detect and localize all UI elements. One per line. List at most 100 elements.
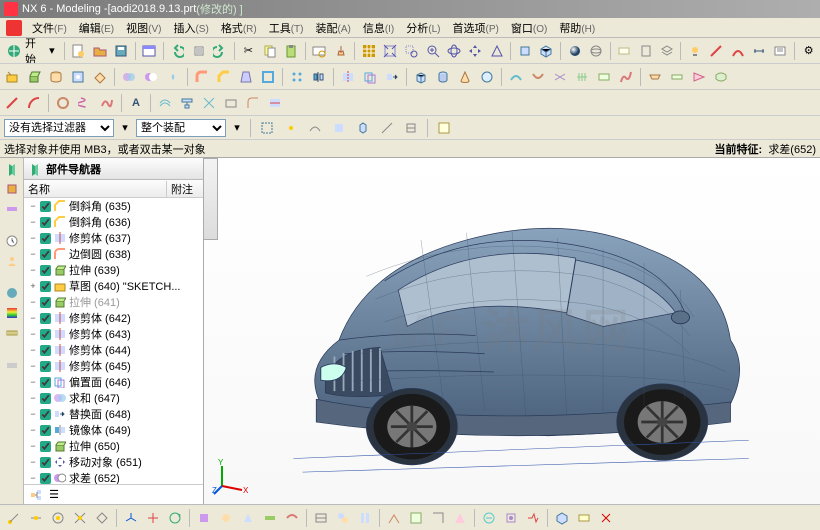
menu-info[interactable]: 信息(I) [357, 19, 400, 37]
sheet-2-button[interactable] [667, 67, 687, 87]
snap-quad-button[interactable] [92, 508, 112, 528]
snap-mid-button[interactable] [26, 508, 46, 528]
twisty-icon[interactable]: − [28, 329, 38, 339]
bt-12[interactable] [450, 508, 470, 528]
wcs-rotate-button[interactable] [165, 508, 185, 528]
menu-insert[interactable]: 插入(S) [167, 19, 214, 37]
sphere-button[interactable] [477, 67, 497, 87]
clip-button[interactable] [636, 41, 655, 61]
bt-1[interactable] [194, 508, 214, 528]
text-tool-button[interactable]: A [126, 93, 146, 113]
sel-body-button[interactable] [353, 118, 373, 138]
bt-9[interactable] [384, 508, 404, 528]
line-tool-button[interactable] [2, 93, 22, 113]
copy-button[interactable] [260, 41, 279, 61]
offset-button[interactable] [360, 67, 380, 87]
cone-button[interactable] [455, 67, 475, 87]
feature-node[interactable]: −镜像体 (649) [24, 422, 203, 438]
twisty-icon[interactable]: − [28, 297, 38, 307]
twisty-icon[interactable]: − [28, 441, 38, 451]
dependency-icon[interactable] [28, 487, 44, 503]
menu-window[interactable]: 窗口(O) [505, 19, 553, 37]
feature-node[interactable]: −修剪体 (644) [24, 342, 203, 358]
grid-button[interactable] [359, 41, 378, 61]
feature-checkbox[interactable] [40, 425, 51, 436]
feature-node[interactable]: −修剪体 (643) [24, 326, 203, 342]
bt-6[interactable] [311, 508, 331, 528]
twisty-icon[interactable]: − [28, 377, 38, 387]
sel-edge-button[interactable] [377, 118, 397, 138]
sel-feature-button[interactable] [401, 118, 421, 138]
wireframe-button[interactable] [586, 41, 605, 61]
feature-node[interactable]: −移动对象 (651) [24, 454, 203, 470]
unite-button[interactable] [119, 67, 139, 87]
constraintnav-icon[interactable] [3, 200, 21, 218]
offset-curve-button[interactable] [155, 93, 175, 113]
dropdown-icon[interactable]: ▾ [118, 118, 132, 138]
sel-face-button[interactable] [329, 118, 349, 138]
cylinder-button[interactable] [433, 67, 453, 87]
surf-6-button[interactable] [616, 67, 636, 87]
selection-filter[interactable]: 没有选择过滤器 [4, 119, 114, 137]
measure-icon[interactable] [3, 324, 21, 342]
bt-16[interactable] [552, 508, 572, 528]
undo-list-button[interactable] [189, 41, 208, 61]
feature-checkbox[interactable] [40, 329, 51, 340]
fillet-button[interactable] [192, 67, 212, 87]
save-button[interactable] [111, 41, 130, 61]
details-icon[interactable]: ☰ [46, 487, 62, 503]
sel-box-button[interactable] [257, 118, 277, 138]
feature-node[interactable]: −求和 (647) [24, 390, 203, 406]
window-button[interactable] [140, 41, 159, 61]
pan-button[interactable] [466, 41, 485, 61]
box-curve-button[interactable] [221, 93, 241, 113]
wcs-move-button[interactable] [143, 508, 163, 528]
render-icon[interactable] [3, 304, 21, 322]
viewport[interactable]: MF 沐风网 [204, 158, 820, 504]
dropdown-icon[interactable]: ▾ [230, 118, 244, 138]
spline-tool-button[interactable] [97, 93, 117, 113]
helix-tool-button[interactable] [75, 93, 95, 113]
bt-13[interactable] [479, 508, 499, 528]
surf-3-button[interactable] [550, 67, 570, 87]
arc-button[interactable] [728, 41, 747, 61]
rotate-button[interactable] [444, 41, 463, 61]
menu-format[interactable]: 格式(R) [215, 19, 263, 37]
draft-button[interactable] [236, 67, 256, 87]
bt-3[interactable] [238, 508, 258, 528]
touch-button[interactable] [331, 41, 350, 61]
roles-icon[interactable] [3, 252, 21, 270]
sheet-4-button[interactable] [711, 67, 731, 87]
feature-checkbox[interactable] [40, 361, 51, 372]
bt-15[interactable] [523, 508, 543, 528]
open-button[interactable] [90, 41, 109, 61]
feature-node[interactable]: −修剪体 (642) [24, 310, 203, 326]
twisty-icon[interactable]: − [28, 425, 38, 435]
dimension-button[interactable] [749, 41, 768, 61]
pattern-button[interactable] [287, 67, 307, 87]
menu-view[interactable]: 视图(V) [120, 19, 167, 37]
feature-node[interactable]: +草图 (640) "SKETCH... [24, 278, 203, 294]
twisty-icon[interactable]: − [28, 217, 38, 227]
note-button[interactable] [771, 41, 790, 61]
replace-button[interactable] [382, 67, 402, 87]
datum-button[interactable] [90, 67, 110, 87]
bt-8[interactable] [355, 508, 375, 528]
twisty-icon[interactable]: − [28, 345, 38, 355]
iso-view-button[interactable] [537, 41, 556, 61]
bt-2[interactable] [216, 508, 236, 528]
feature-checkbox[interactable] [40, 409, 51, 420]
surf-2-button[interactable] [528, 67, 548, 87]
section-curve-button[interactable] [265, 93, 285, 113]
shell-button[interactable] [258, 67, 278, 87]
line-button[interactable] [707, 41, 726, 61]
feature-checkbox[interactable] [40, 297, 51, 308]
feature-node[interactable]: −拉伸 (641) [24, 294, 203, 310]
twisty-icon[interactable]: − [28, 393, 38, 403]
cb-icon[interactable] [3, 356, 21, 374]
sel-more-button[interactable] [434, 118, 454, 138]
feature-node[interactable]: −拉伸 (650) [24, 438, 203, 454]
snap-center-button[interactable] [48, 508, 68, 528]
seethru-button[interactable] [615, 41, 634, 61]
menu-preferences[interactable]: 首选项(P) [447, 19, 505, 37]
